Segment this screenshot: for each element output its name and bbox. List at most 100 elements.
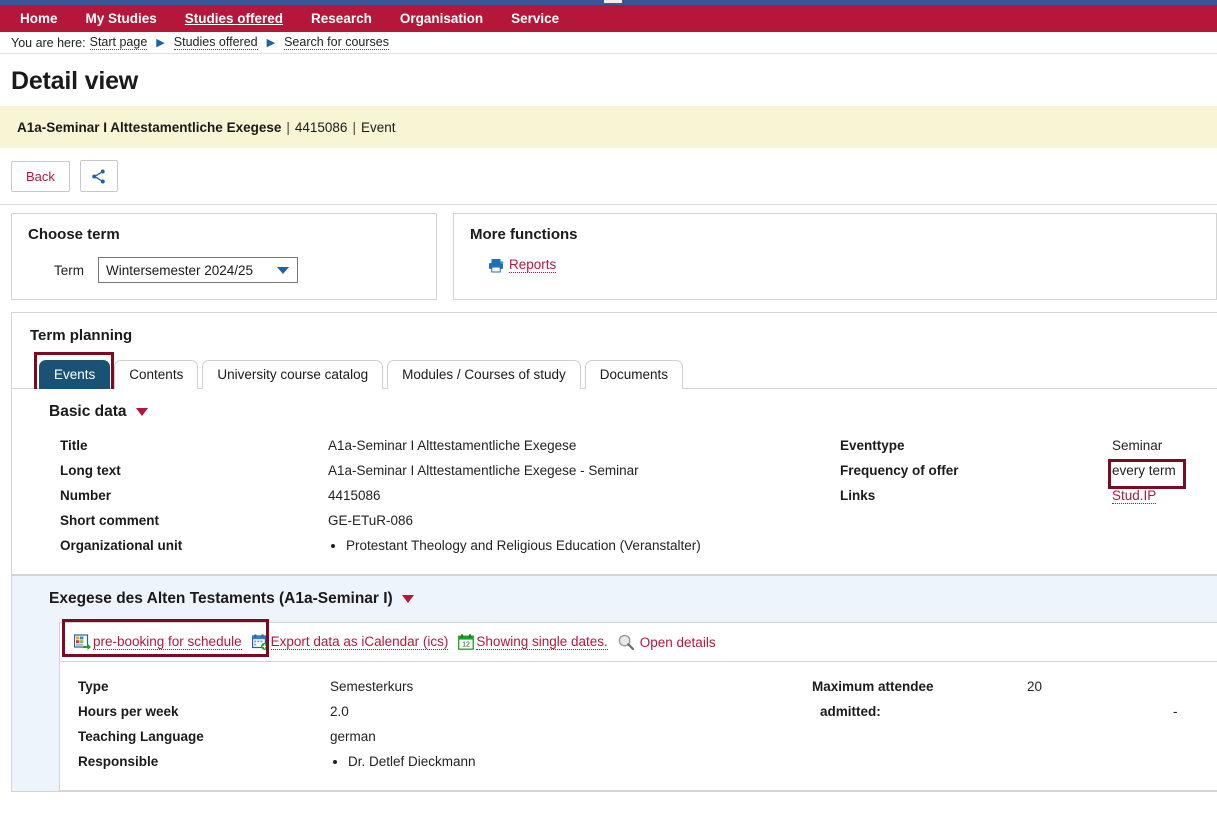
list-item: Protestant Theology and Religious Educat… — [346, 538, 840, 553]
action-open-details[interactable]: Open details — [618, 634, 716, 650]
field-label-organizational-unit: Organizational unit — [60, 538, 183, 553]
prebooking-icon — [74, 634, 91, 650]
action-pre-booking[interactable]: pre-booking for schedule — [74, 634, 242, 650]
breadcrumb-item-search-for-courses[interactable]: Search for courses — [284, 35, 390, 50]
exegese-detail-grid: Type Semesterkurs Maximum attendee 20 Ho… — [60, 674, 1217, 774]
field-value-title: A1a-Seminar I Alttestamentliche Exegese — [328, 438, 577, 453]
tab-events[interactable]: Events — [39, 360, 111, 389]
field-label-long-text: Long text — [60, 463, 121, 478]
nav-item-organisation[interactable]: Organisation — [386, 5, 497, 32]
field-label-responsible: Responsible — [78, 754, 159, 769]
main-navigation: Home My Studies Studies offered Research… — [0, 5, 1217, 32]
action-label-pre-booking: pre-booking for schedule — [93, 634, 242, 650]
reports-link[interactable]: Reports — [509, 257, 557, 273]
tab-contents[interactable]: Contents — [114, 360, 199, 389]
choose-term-panel: Choose term Term Wintersemester 2024/25 — [11, 213, 437, 300]
breadcrumb-separator-icon: ▶ — [266, 37, 276, 49]
basic-data-heading-row: Basic data — [12, 403, 1217, 421]
share-icon — [90, 168, 107, 185]
action-showing-single-dates[interactable]: 12 Showing single dates. — [458, 634, 608, 650]
exegese-heading: Exegese des Alten Testaments (A1a-Semina… — [49, 590, 393, 607]
banner-separator: | — [352, 119, 356, 135]
field-label-maximum-attendee: Maximum attendee — [812, 679, 934, 694]
breadcrumb-separator-icon: ▶ — [156, 37, 165, 49]
top-accent-bar — [0, 0, 1217, 5]
breadcrumb: You are here: Start page ▶ Studies offer… — [0, 32, 1217, 54]
term-select[interactable]: Wintersemester 2024/25 — [98, 257, 298, 283]
breadcrumb-item-studies-offered[interactable]: Studies offered — [173, 35, 258, 50]
nav-item-service[interactable]: Service — [497, 5, 573, 32]
field-label-eventtype: Eventtype — [840, 438, 905, 453]
course-identity-banner: A1a-Seminar I Alttestamentliche Exegese … — [0, 106, 1217, 148]
more-functions-panel: More functions Reports — [453, 213, 1217, 300]
studip-link[interactable]: Stud.IP — [1112, 488, 1157, 504]
magnifier-icon — [618, 634, 634, 650]
exegese-action-bar: pre-booking for schedule Export data as … — [59, 619, 1217, 662]
field-value-teaching-language: german — [330, 729, 376, 744]
field-label-admitted: admitted: — [820, 704, 881, 719]
action-label-export-icalendar: Export data as iCalendar (ics) — [270, 634, 449, 650]
field-value-long-text: A1a-Seminar I Alttestamentliche Exegese … — [328, 463, 639, 478]
tab-modules-courses-of-study[interactable]: Modules / Courses of study — [387, 360, 581, 389]
share-button[interactable] — [79, 160, 118, 192]
field-value-responsible: Dr. Detlef Dieckmann — [330, 749, 812, 774]
exegese-detail-table: Type Semesterkurs Maximum attendee 20 Ho… — [59, 662, 1217, 791]
page-title: Detail view — [11, 67, 139, 95]
field-value-organizational-unit: Protestant Theology and Religious Educat… — [328, 533, 840, 558]
field-value-eventtype: Seminar — [1112, 438, 1163, 453]
field-label-number: Number — [60, 488, 112, 503]
field-label-teaching-language: Teaching Language — [78, 729, 204, 744]
nav-item-my-studies[interactable]: My Studies — [72, 5, 171, 32]
term-select-value: Wintersemester 2024/25 — [106, 262, 254, 278]
tab-university-course-catalog[interactable]: University course catalog — [202, 360, 384, 389]
field-label-title: Title — [60, 438, 88, 453]
field-label-links: Links — [840, 488, 876, 503]
basic-data-section: Basic data Title A1a-Seminar I Alttestam… — [12, 389, 1217, 574]
nav-item-studies-offered[interactable]: Studies offered — [171, 5, 297, 32]
calendar-dates-icon: 12 — [458, 634, 475, 650]
collapse-toggle-icon[interactable] — [135, 408, 148, 416]
field-value-links: Stud.IP — [1112, 483, 1217, 508]
field-value-type: Semesterkurs — [330, 679, 414, 694]
calendar-export-icon — [251, 634, 269, 650]
basic-data-heading: Basic data — [49, 403, 127, 420]
printer-icon — [488, 258, 504, 273]
breadcrumb-item-start-page[interactable]: Start page — [89, 35, 148, 50]
field-label-type: Type — [78, 679, 109, 694]
term-label: Term — [54, 262, 84, 278]
organizational-unit-list: Protestant Theology and Religious Educat… — [328, 538, 840, 553]
back-button[interactable]: Back — [11, 160, 70, 192]
breadcrumb-prefix: You are here: — [11, 35, 86, 50]
nav-item-home[interactable]: Home — [6, 5, 72, 32]
field-label-hours-per-week: Hours per week — [78, 704, 179, 719]
banner-course-name: A1a-Seminar I Alttestamentliche Exegese — [17, 119, 282, 135]
exegese-section: Exegese des Alten Testaments (A1a-Semina… — [11, 575, 1217, 792]
field-label-frequency-of-offer: Frequency of offer — [840, 463, 959, 478]
panel-row: Choose term Term Wintersemester 2024/25 … — [0, 205, 1217, 300]
term-planning-section: Term planning Events Contents University… — [11, 312, 1217, 575]
choose-term-heading: Choose term — [28, 226, 120, 243]
term-selector-row: Term Wintersemester 2024/25 — [28, 257, 420, 283]
list-item: Dr. Detlef Dieckmann — [348, 754, 812, 769]
more-functions-heading: More functions — [470, 226, 578, 243]
action-export-icalendar[interactable]: Export data as iCalendar (ics) — [251, 634, 449, 650]
banner-course-number: 4415086 — [294, 119, 348, 135]
collapse-toggle-icon[interactable] — [401, 595, 414, 603]
banner-course-type: Event — [360, 119, 396, 135]
chevron-down-icon — [277, 266, 289, 274]
field-label-short-comment: Short comment — [60, 513, 160, 528]
tab-bar: Events Contents University course catalo… — [12, 352, 1217, 395]
nav-item-research[interactable]: Research — [297, 5, 386, 32]
field-value-frequency-of-offer: every term — [1112, 463, 1176, 478]
action-label-open-details: Open details — [639, 634, 716, 650]
field-value-admitted: - — [1173, 704, 1178, 719]
term-planning-heading: Term planning — [30, 327, 133, 344]
field-value-hours-per-week: 2.0 — [330, 704, 349, 719]
field-value-maximum-attendee: 20 — [1027, 679, 1043, 694]
tab-documents[interactable]: Documents — [584, 360, 684, 389]
